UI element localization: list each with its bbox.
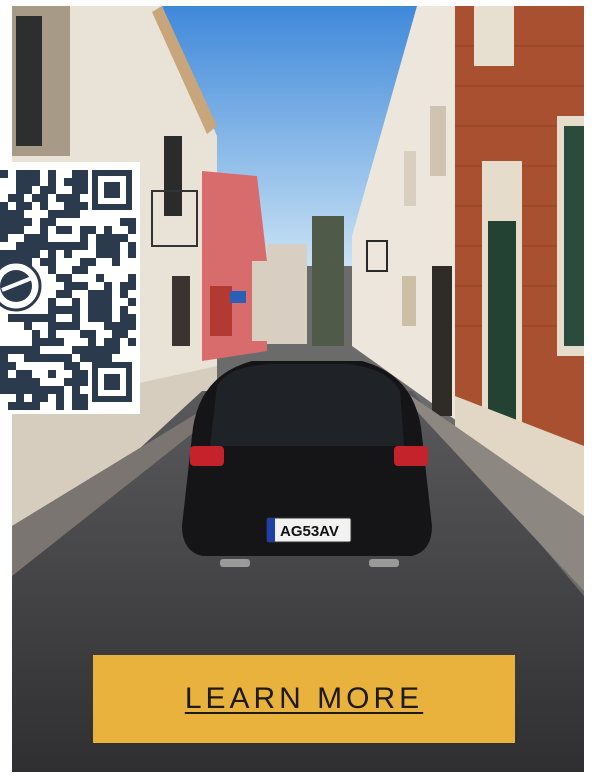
distant-building xyxy=(267,244,307,344)
right-taillight xyxy=(394,446,428,466)
exhaust-right xyxy=(369,559,399,567)
left-window-lower xyxy=(172,276,190,346)
right-plaque xyxy=(402,276,416,326)
brick-building-window-frame xyxy=(474,6,514,66)
mid-building xyxy=(252,261,270,341)
learn-more-button[interactable]: LEARN MORE xyxy=(93,655,515,743)
distant-building xyxy=(312,216,344,346)
exhaust-left xyxy=(220,559,250,567)
left-taillight xyxy=(190,446,224,466)
right-door xyxy=(432,266,452,416)
parking-sign xyxy=(230,291,246,303)
window-glass xyxy=(16,16,42,146)
plate-eu-strip xyxy=(267,518,275,542)
green-window xyxy=(564,126,584,346)
right-window xyxy=(430,106,446,176)
right-window xyxy=(404,151,416,206)
left-window xyxy=(164,136,182,216)
qr-code-icon xyxy=(0,162,140,414)
plate-number: AG53AV xyxy=(280,523,339,540)
pink-building-door xyxy=(210,286,232,336)
globe-logo-icon xyxy=(0,260,42,312)
car: AG53AV xyxy=(182,361,432,567)
learn-more-label: LEARN MORE xyxy=(184,682,424,715)
qr-code[interactable] xyxy=(0,162,140,414)
green-door xyxy=(488,221,516,436)
